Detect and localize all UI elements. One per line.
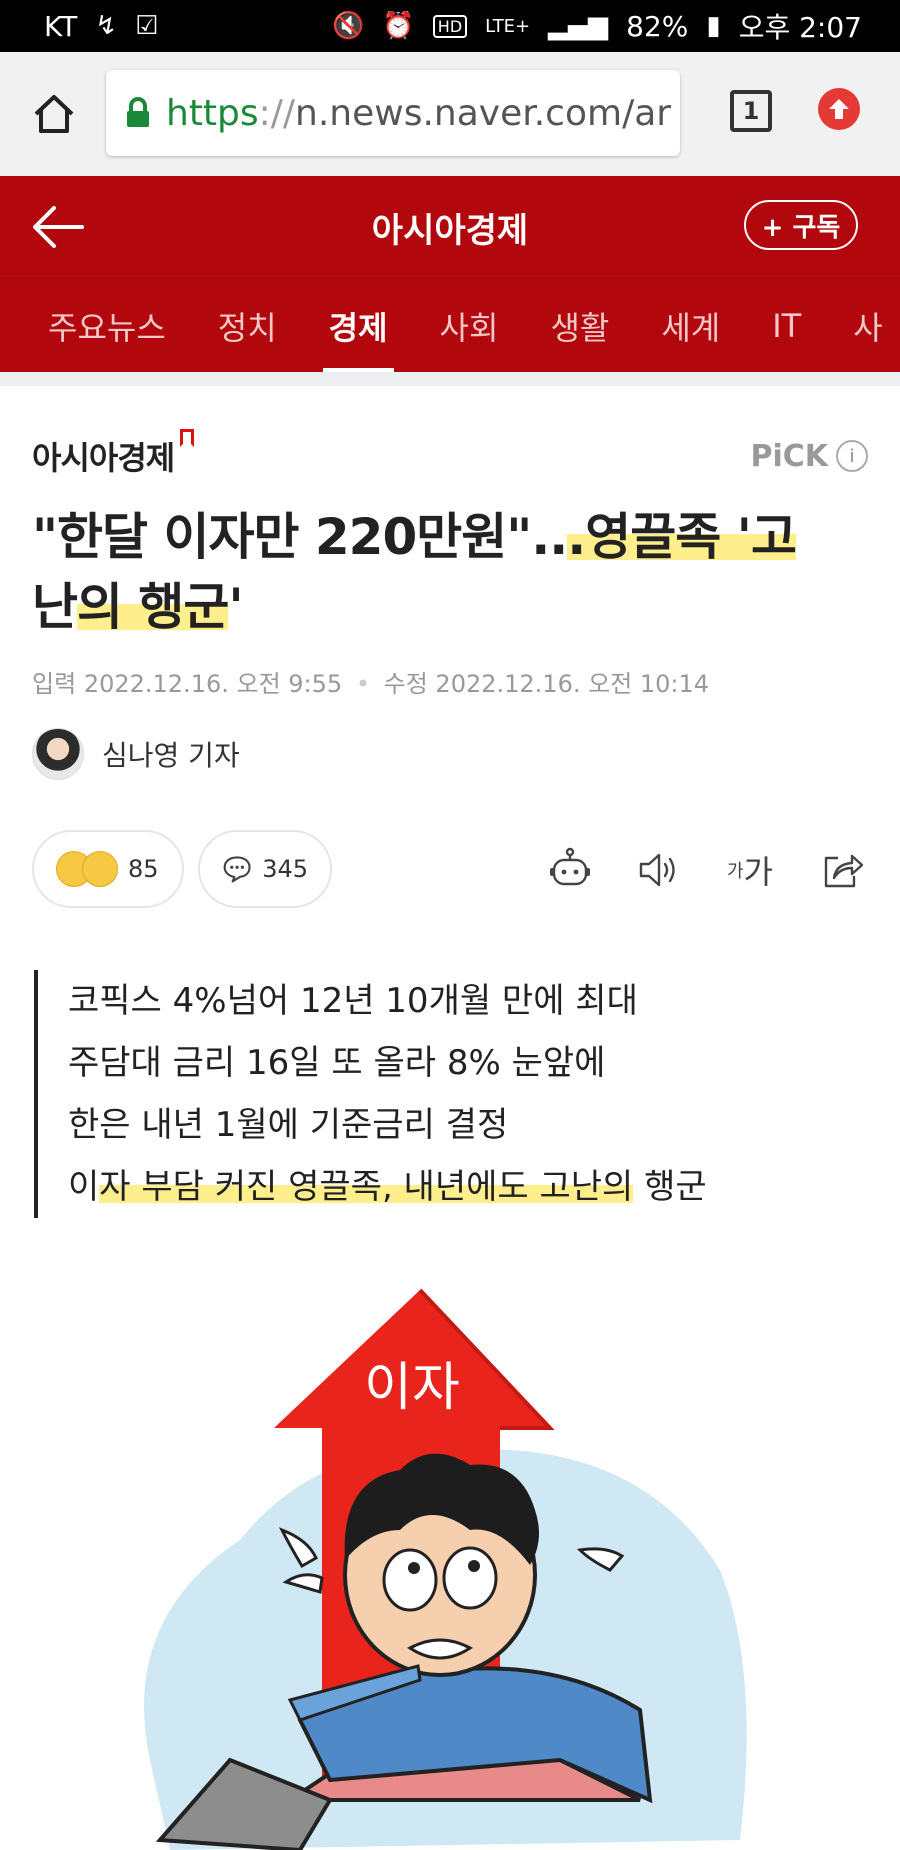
share-icon [824, 854, 864, 888]
battery-percent: 82% [626, 9, 689, 43]
summary-line: 이자 부담 커진 영끌족, 내년에도 고난의 행군 [68, 1167, 707, 1207]
summary-line: 한은 내년 1월에 기준금리 결정 [68, 1105, 509, 1145]
tab-economy[interactable]: 경제 [322, 279, 394, 372]
subscribe-button[interactable]: + 구독 [744, 200, 858, 250]
article-illustration: 이자 [0, 1240, 900, 1850]
avatar [32, 728, 84, 780]
summary-line: 코픽스 4%넘어 12년 10개월 만에 최대 [68, 981, 638, 1021]
carrier-label: KT [44, 9, 78, 43]
back-button[interactable] [30, 204, 86, 250]
arrow-up-icon [829, 99, 849, 119]
home-button[interactable] [24, 84, 84, 144]
tab-switcher-button[interactable]: 1 [730, 90, 772, 132]
robot-icon [550, 847, 590, 886]
comment-button[interactable]: 345 [198, 830, 332, 908]
modified-time: 2022.12.16. 오전 10:14 [435, 670, 710, 698]
reaction-button[interactable]: 85 [32, 830, 184, 908]
tab-society[interactable]: 사회 [440, 279, 499, 372]
tab-main-news[interactable]: 주요뉴스 [48, 279, 166, 372]
status-bar: KT ↯ ☑ 🔇 ⏰ HD LTE+ ▂▄▆ 82% ▮ 오후 2:07 [0, 0, 900, 52]
signal-icon: ▂▄▆ [548, 11, 609, 41]
press-title: 아시아경제 [371, 210, 529, 251]
press-logo[interactable]: 아시아경제 [32, 429, 195, 479]
checklist-icon: ☑ [135, 11, 159, 41]
speaker-icon [639, 853, 675, 887]
url-text: https://n.news.naver.com/ar [166, 92, 672, 134]
news-header: 아시아경제 + 구독 [0, 176, 900, 278]
interest-cartoon-image: 이자 [144, 1288, 747, 1850]
tab-politics[interactable]: 정치 [218, 279, 277, 372]
tab-count: 1 [742, 97, 760, 125]
home-icon [34, 95, 74, 133]
surprised-emoji-icon [82, 851, 118, 887]
summary-line: 주담대 금리 16일 또 올라 8% 눈앞에 [68, 1043, 606, 1083]
share-button[interactable] [814, 842, 870, 898]
category-nav: 주요뉴스 정치 경제 사회 생활 세계 IT 사 [0, 278, 900, 372]
url-bar[interactable]: https://n.news.naver.com/ar [106, 70, 680, 156]
arrow-left-icon [33, 206, 84, 248]
clock: 오후 2:07 [738, 11, 862, 44]
illustration-caption: 이자 [364, 1358, 460, 1418]
article-datetime: 입력 2022.12.16. 오전 9:55 • 수정 2022.12.16. … [32, 670, 710, 698]
browser-toolbar: https://n.news.naver.com/ar 1 [0, 52, 900, 176]
tab-it[interactable]: IT [772, 279, 801, 372]
tab-life[interactable]: 생활 [550, 279, 609, 372]
reporter-name: 심나영 기자 [102, 739, 240, 772]
divider [0, 372, 900, 386]
article-headline: "한달 이자만 220만원"...영끌족 '고 난의 행군' [32, 508, 797, 636]
hd-icon: HD [432, 14, 468, 38]
pick-badge[interactable]: PiCK i [750, 439, 868, 474]
modified-label: 수정 [383, 670, 428, 698]
summary-bot-button[interactable] [542, 842, 598, 898]
reaction-count: 85 [128, 855, 159, 883]
tab-world[interactable]: 세계 [661, 279, 720, 372]
alarm-icon: ⏰ [382, 11, 415, 41]
font-size-button[interactable]: 가가 [722, 842, 778, 898]
input-time: 2022.12.16. 오전 9:55 [83, 670, 343, 698]
press-row: 아시아경제 PiCK i [32, 429, 868, 480]
network-label: LTE+ [485, 15, 531, 37]
reporter-row[interactable]: 심나영 기자 [32, 728, 240, 780]
pick-label: PiCK [750, 438, 828, 474]
update-button[interactable] [818, 88, 860, 130]
tab-more[interactable]: 사 [853, 279, 882, 372]
sync-icon: ↯ [95, 11, 118, 41]
battery-icon: ▮ [706, 11, 721, 41]
mute-icon: 🔇 [332, 11, 365, 41]
comment-icon [223, 856, 251, 883]
info-icon[interactable]: i [836, 440, 868, 472]
article-actions: 85 345 가가 [32, 830, 872, 908]
input-label: 입력 [32, 670, 77, 698]
text-to-speech-button[interactable] [632, 842, 688, 898]
lock-icon [127, 97, 149, 127]
comment-count: 345 [262, 855, 308, 883]
article-summary: 코픽스 4%넘어 12년 10개월 만에 최대 주담대 금리 16일 또 올라 … [34, 970, 854, 1218]
